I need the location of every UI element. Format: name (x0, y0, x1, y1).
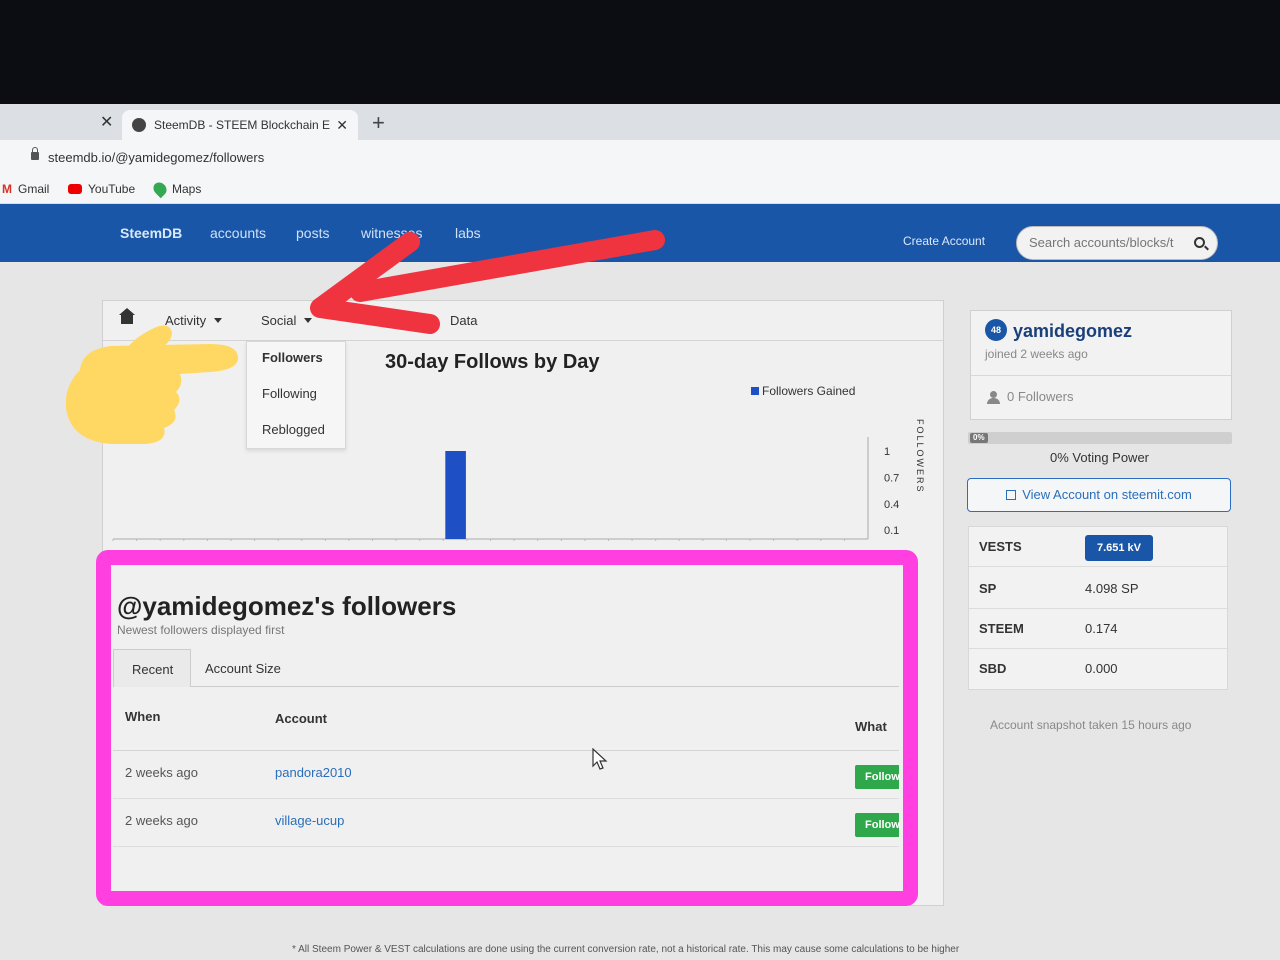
y-tick-label: 0.1 (884, 525, 899, 537)
snapshot-text: Account snapshot taken 15 hours ago (990, 718, 1192, 732)
menu-item-following[interactable]: Following (262, 386, 317, 401)
tab-label: Social (261, 313, 297, 328)
followers-count: 0 Followers (1007, 389, 1074, 404)
red-arrow-icon (310, 230, 665, 334)
tab-title: SteemDB - STEEM Blockchain Ex (154, 118, 331, 132)
menu-item-reblogged[interactable]: Reblogged (262, 422, 325, 437)
footnote: * All Steem Power & VEST calculations ar… (292, 944, 960, 955)
table-row: 2 weeks ago pandora2010 Follow (113, 751, 899, 799)
pointing-hand-icon (65, 325, 239, 444)
legend-swatch (751, 387, 759, 395)
followers-subtitle: Newest followers displayed first (117, 623, 285, 637)
search-box[interactable] (1016, 226, 1218, 260)
bookmark-label: YouTube (88, 182, 136, 196)
mouse-cursor-icon (592, 748, 608, 770)
followers-title: @yamidegomez's followers (117, 591, 457, 621)
stat-value: 0.174 (1085, 621, 1118, 636)
profile-card: 48 yamidegomez joined 2 weeks ago 0 Foll… (970, 310, 1232, 420)
voting-power-badge: 0% (970, 433, 988, 443)
bookmark-youtube[interactable]: YouTube (68, 182, 135, 196)
y-axis-label: FOLLOWERS (915, 419, 925, 494)
table-header: When Account What (113, 687, 899, 751)
table-row: 2 weeks ago village-ucup Follow (113, 799, 899, 847)
browser-tab-strip: ✕ SteemDB - STEEM Blockchain Ex ✕ + (0, 104, 1280, 140)
steemdb-favicon-icon (132, 118, 146, 132)
follow-badge: Follow (855, 813, 899, 837)
account-link[interactable]: pandora2010 (275, 765, 352, 780)
column-when: When (125, 709, 161, 724)
account-stats-table: VESTS 7.651 kV SP 4.098 SP STEEM 0.174 S… (968, 526, 1228, 690)
create-account-link[interactable]: Create Account (903, 234, 985, 248)
cell-when: 2 weeks ago (125, 765, 198, 780)
gmail-icon: M (2, 182, 12, 196)
stat-key: VESTS (979, 539, 1022, 554)
view-account-button[interactable]: View Account on steemit.com (967, 478, 1231, 512)
account-link[interactable]: village-ucup (275, 813, 344, 828)
chart-bar (445, 451, 466, 539)
new-tab-icon[interactable]: + (372, 110, 385, 136)
bookmarks-bar: M Gmail YouTube Maps (0, 176, 1280, 204)
stat-row-sbd: SBD 0.000 (969, 649, 1227, 689)
y-tick-label: 0.7 (884, 472, 899, 484)
stat-row-steem: STEEM 0.174 (969, 609, 1227, 649)
bookmark-maps[interactable]: Maps (150, 179, 202, 199)
stat-value: 4.098 SP (1085, 581, 1139, 596)
social-dropdown-menu: Followers Following Reblogged (246, 341, 346, 449)
divider (971, 375, 1231, 376)
cell-when: 2 weeks ago (125, 813, 198, 828)
view-account-label: View Account on steemit.com (1022, 487, 1192, 502)
nav-accounts[interactable]: accounts (210, 225, 266, 241)
stat-key: SBD (979, 661, 1007, 676)
search-icon[interactable] (1194, 237, 1205, 248)
followers-section: @yamidegomez's followers Newest follower… (113, 591, 933, 891)
vests-badge: 7.651 kV (1085, 535, 1153, 561)
reputation-badge: 48 (985, 319, 1007, 341)
youtube-icon (68, 184, 82, 194)
stat-value: 0.000 (1085, 661, 1118, 676)
browser-tab-steemdb[interactable]: SteemDB - STEEM Blockchain Ex ✕ (122, 110, 358, 140)
tab-recent[interactable]: Recent (113, 649, 191, 687)
bookmark-label: Maps (172, 182, 202, 196)
stat-row-vests: VESTS 7.651 kV (969, 527, 1227, 567)
stat-key: STEEM (979, 621, 1024, 636)
lock-icon (31, 147, 39, 160)
column-account: Account (275, 711, 327, 726)
users-icon (987, 391, 1001, 404)
external-link-icon (1006, 490, 1017, 500)
profile-name[interactable]: yamidegomez (1013, 321, 1132, 342)
bookmark-gmail[interactable]: M Gmail (2, 182, 49, 196)
y-tick-label: 1 (884, 446, 890, 458)
close-icon[interactable]: ✕ (336, 117, 348, 134)
bookmark-label: Gmail (18, 182, 50, 196)
followers-tabs: Recent Account Size (113, 649, 899, 687)
column-what: What (855, 719, 887, 734)
brand-link[interactable]: SteemDB (120, 225, 182, 241)
close-icon[interactable]: ✕ (100, 112, 113, 132)
stat-key: SP (979, 581, 997, 596)
maps-icon (150, 179, 170, 199)
stat-row-sp: SP 4.098 SP (969, 569, 1227, 609)
menu-item-followers[interactable]: Followers (262, 350, 323, 365)
voting-power-text: 0% Voting Power (1050, 450, 1150, 465)
address-bar[interactable]: steemdb.io/@yamidegomez/followers (0, 140, 1280, 176)
url-text[interactable]: steemdb.io/@yamidegomez/followers (48, 150, 264, 165)
voting-power-bar: 0% (968, 432, 1232, 444)
y-tick-label: 0.4 (884, 499, 899, 511)
search-input[interactable] (1029, 235, 1189, 250)
legend-label: Followers Gained (762, 384, 855, 398)
profile-joined: joined 2 weeks ago (985, 347, 1088, 361)
follow-badge: Follow (855, 765, 899, 789)
tab-account-size[interactable]: Account Size (205, 661, 281, 676)
